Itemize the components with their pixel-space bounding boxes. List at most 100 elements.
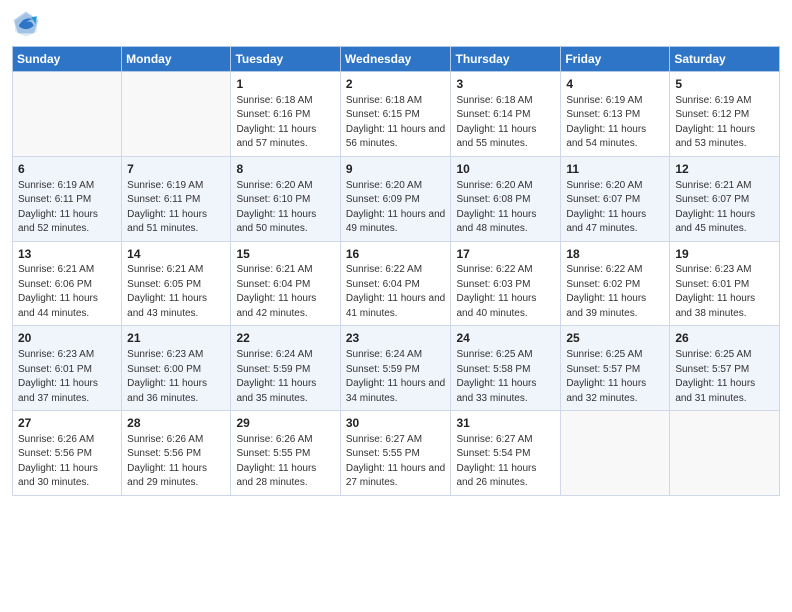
- calendar-week-2: 6Sunrise: 6:19 AM Sunset: 6:11 PM Daylig…: [13, 156, 780, 241]
- day-number: 15: [236, 246, 334, 263]
- calendar-cell: 10Sunrise: 6:20 AM Sunset: 6:08 PM Dayli…: [451, 156, 561, 241]
- calendar-cell: [670, 411, 780, 496]
- calendar-cell: 23Sunrise: 6:24 AM Sunset: 5:59 PM Dayli…: [340, 326, 451, 411]
- calendar-header-monday: Monday: [122, 47, 231, 72]
- calendar-cell: 31Sunrise: 6:27 AM Sunset: 5:54 PM Dayli…: [451, 411, 561, 496]
- day-number: 23: [346, 330, 446, 347]
- day-info: Sunrise: 6:19 AM Sunset: 6:11 PM Dayligh…: [18, 179, 116, 237]
- day-info: Sunrise: 6:21 AM Sunset: 6:05 PM Dayligh…: [127, 263, 225, 321]
- day-info: Sunrise: 6:24 AM Sunset: 5:59 PM Dayligh…: [236, 348, 334, 406]
- calendar-cell: 18Sunrise: 6:22 AM Sunset: 6:02 PM Dayli…: [561, 241, 670, 326]
- header: [12, 10, 780, 38]
- calendar-cell: 8Sunrise: 6:20 AM Sunset: 6:10 PM Daylig…: [231, 156, 340, 241]
- day-info: Sunrise: 6:26 AM Sunset: 5:56 PM Dayligh…: [18, 433, 116, 491]
- day-number: 5: [675, 76, 774, 93]
- calendar-cell: [122, 72, 231, 157]
- day-info: Sunrise: 6:26 AM Sunset: 5:56 PM Dayligh…: [127, 433, 225, 491]
- day-number: 11: [566, 161, 664, 178]
- day-number: 19: [675, 246, 774, 263]
- day-info: Sunrise: 6:25 AM Sunset: 5:57 PM Dayligh…: [566, 348, 664, 406]
- calendar-cell: 12Sunrise: 6:21 AM Sunset: 6:07 PM Dayli…: [670, 156, 780, 241]
- day-number: 17: [456, 246, 555, 263]
- calendar-cell: 7Sunrise: 6:19 AM Sunset: 6:11 PM Daylig…: [122, 156, 231, 241]
- calendar-cell: 6Sunrise: 6:19 AM Sunset: 6:11 PM Daylig…: [13, 156, 122, 241]
- day-info: Sunrise: 6:21 AM Sunset: 6:07 PM Dayligh…: [675, 179, 774, 237]
- calendar-cell: 25Sunrise: 6:25 AM Sunset: 5:57 PM Dayli…: [561, 326, 670, 411]
- calendar-cell: 11Sunrise: 6:20 AM Sunset: 6:07 PM Dayli…: [561, 156, 670, 241]
- calendar-cell: 3Sunrise: 6:18 AM Sunset: 6:14 PM Daylig…: [451, 72, 561, 157]
- calendar-cell: 21Sunrise: 6:23 AM Sunset: 6:00 PM Dayli…: [122, 326, 231, 411]
- calendar-cell: 20Sunrise: 6:23 AM Sunset: 6:01 PM Dayli…: [13, 326, 122, 411]
- day-info: Sunrise: 6:20 AM Sunset: 6:10 PM Dayligh…: [236, 179, 334, 237]
- day-info: Sunrise: 6:23 AM Sunset: 6:00 PM Dayligh…: [127, 348, 225, 406]
- calendar-header-sunday: Sunday: [13, 47, 122, 72]
- calendar-header-row: SundayMondayTuesdayWednesdayThursdayFrid…: [13, 47, 780, 72]
- calendar-cell: 1Sunrise: 6:18 AM Sunset: 6:16 PM Daylig…: [231, 72, 340, 157]
- calendar-cell: 24Sunrise: 6:25 AM Sunset: 5:58 PM Dayli…: [451, 326, 561, 411]
- calendar-cell: 2Sunrise: 6:18 AM Sunset: 6:15 PM Daylig…: [340, 72, 451, 157]
- day-number: 10: [456, 161, 555, 178]
- day-number: 6: [18, 161, 116, 178]
- day-info: Sunrise: 6:23 AM Sunset: 6:01 PM Dayligh…: [675, 263, 774, 321]
- calendar-header-saturday: Saturday: [670, 47, 780, 72]
- day-info: Sunrise: 6:25 AM Sunset: 5:57 PM Dayligh…: [675, 348, 774, 406]
- day-number: 2: [346, 76, 446, 93]
- day-number: 16: [346, 246, 446, 263]
- day-number: 26: [675, 330, 774, 347]
- calendar-cell: 19Sunrise: 6:23 AM Sunset: 6:01 PM Dayli…: [670, 241, 780, 326]
- calendar-cell: 29Sunrise: 6:26 AM Sunset: 5:55 PM Dayli…: [231, 411, 340, 496]
- day-number: 3: [456, 76, 555, 93]
- day-number: 30: [346, 415, 446, 432]
- logo: [12, 10, 44, 38]
- calendar-cell: 5Sunrise: 6:19 AM Sunset: 6:12 PM Daylig…: [670, 72, 780, 157]
- logo-icon: [12, 10, 40, 38]
- day-number: 28: [127, 415, 225, 432]
- calendar-header-thursday: Thursday: [451, 47, 561, 72]
- day-info: Sunrise: 6:24 AM Sunset: 5:59 PM Dayligh…: [346, 348, 446, 406]
- day-info: Sunrise: 6:19 AM Sunset: 6:13 PM Dayligh…: [566, 94, 664, 152]
- day-info: Sunrise: 6:26 AM Sunset: 5:55 PM Dayligh…: [236, 433, 334, 491]
- calendar-cell: 14Sunrise: 6:21 AM Sunset: 6:05 PM Dayli…: [122, 241, 231, 326]
- calendar-table: SundayMondayTuesdayWednesdayThursdayFrid…: [12, 46, 780, 496]
- calendar-cell: [561, 411, 670, 496]
- day-info: Sunrise: 6:19 AM Sunset: 6:12 PM Dayligh…: [675, 94, 774, 152]
- day-number: 27: [18, 415, 116, 432]
- day-number: 8: [236, 161, 334, 178]
- calendar-cell: 17Sunrise: 6:22 AM Sunset: 6:03 PM Dayli…: [451, 241, 561, 326]
- day-info: Sunrise: 6:19 AM Sunset: 6:11 PM Dayligh…: [127, 179, 225, 237]
- calendar-cell: [13, 72, 122, 157]
- calendar-header-tuesday: Tuesday: [231, 47, 340, 72]
- day-number: 4: [566, 76, 664, 93]
- day-number: 18: [566, 246, 664, 263]
- day-info: Sunrise: 6:22 AM Sunset: 6:04 PM Dayligh…: [346, 263, 446, 321]
- calendar-week-5: 27Sunrise: 6:26 AM Sunset: 5:56 PM Dayli…: [13, 411, 780, 496]
- day-info: Sunrise: 6:20 AM Sunset: 6:08 PM Dayligh…: [456, 179, 555, 237]
- day-info: Sunrise: 6:18 AM Sunset: 6:15 PM Dayligh…: [346, 94, 446, 152]
- calendar-cell: 15Sunrise: 6:21 AM Sunset: 6:04 PM Dayli…: [231, 241, 340, 326]
- page: SundayMondayTuesdayWednesdayThursdayFrid…: [0, 0, 792, 612]
- day-info: Sunrise: 6:22 AM Sunset: 6:02 PM Dayligh…: [566, 263, 664, 321]
- day-number: 31: [456, 415, 555, 432]
- calendar-cell: 4Sunrise: 6:19 AM Sunset: 6:13 PM Daylig…: [561, 72, 670, 157]
- day-info: Sunrise: 6:23 AM Sunset: 6:01 PM Dayligh…: [18, 348, 116, 406]
- calendar-cell: 22Sunrise: 6:24 AM Sunset: 5:59 PM Dayli…: [231, 326, 340, 411]
- day-info: Sunrise: 6:18 AM Sunset: 6:14 PM Dayligh…: [456, 94, 555, 152]
- calendar-cell: 26Sunrise: 6:25 AM Sunset: 5:57 PM Dayli…: [670, 326, 780, 411]
- day-number: 13: [18, 246, 116, 263]
- day-info: Sunrise: 6:27 AM Sunset: 5:54 PM Dayligh…: [456, 433, 555, 491]
- calendar-cell: 30Sunrise: 6:27 AM Sunset: 5:55 PM Dayli…: [340, 411, 451, 496]
- calendar-header-friday: Friday: [561, 47, 670, 72]
- day-info: Sunrise: 6:25 AM Sunset: 5:58 PM Dayligh…: [456, 348, 555, 406]
- day-info: Sunrise: 6:21 AM Sunset: 6:06 PM Dayligh…: [18, 263, 116, 321]
- calendar-cell: 28Sunrise: 6:26 AM Sunset: 5:56 PM Dayli…: [122, 411, 231, 496]
- calendar-week-1: 1Sunrise: 6:18 AM Sunset: 6:16 PM Daylig…: [13, 72, 780, 157]
- calendar-cell: 13Sunrise: 6:21 AM Sunset: 6:06 PM Dayli…: [13, 241, 122, 326]
- day-number: 20: [18, 330, 116, 347]
- day-info: Sunrise: 6:20 AM Sunset: 6:07 PM Dayligh…: [566, 179, 664, 237]
- calendar-week-3: 13Sunrise: 6:21 AM Sunset: 6:06 PM Dayli…: [13, 241, 780, 326]
- day-number: 29: [236, 415, 334, 432]
- day-number: 9: [346, 161, 446, 178]
- day-info: Sunrise: 6:18 AM Sunset: 6:16 PM Dayligh…: [236, 94, 334, 152]
- calendar-cell: 16Sunrise: 6:22 AM Sunset: 6:04 PM Dayli…: [340, 241, 451, 326]
- day-number: 21: [127, 330, 225, 347]
